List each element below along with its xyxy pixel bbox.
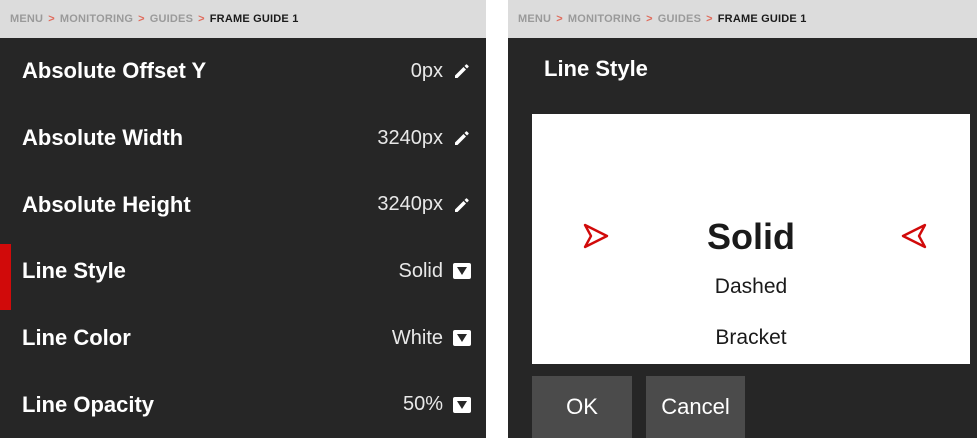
option-dashed[interactable]: Dashed bbox=[532, 275, 970, 299]
breadcrumb-separator: > bbox=[48, 13, 55, 25]
dialog-title: Line Style bbox=[544, 56, 648, 81]
setting-row-absolute-height[interactable]: Absolute Height 3240px bbox=[0, 171, 486, 238]
setting-label: Absolute Height bbox=[22, 191, 191, 217]
pencil-icon[interactable] bbox=[452, 128, 472, 148]
settings-panel: MENU > MONITORING > GUIDES > FRAME GUIDE… bbox=[0, 0, 486, 438]
setting-value: Solid bbox=[398, 259, 443, 282]
pencil-icon[interactable] bbox=[452, 195, 472, 215]
dropdown-icon[interactable] bbox=[452, 328, 472, 348]
breadcrumb-item-guides[interactable]: GUIDES bbox=[658, 13, 701, 25]
setting-value: 0px bbox=[410, 59, 443, 82]
setting-value: White bbox=[391, 326, 443, 349]
setting-value: 50% bbox=[402, 393, 443, 416]
setting-label: Line Opacity bbox=[22, 391, 155, 417]
setting-label: Absolute Offset Y bbox=[22, 58, 207, 84]
breadcrumb-separator: > bbox=[706, 13, 713, 25]
option-picker[interactable]: Solid Dashed Bracket bbox=[532, 114, 970, 364]
settings-list: Absolute Offset Y 0px Absolute Width 324… bbox=[0, 38, 486, 438]
selection-arrow-left-icon bbox=[901, 223, 927, 249]
setting-row-line-opacity[interactable]: Line Opacity 50% bbox=[0, 371, 486, 438]
breadcrumb-item-guides[interactable]: GUIDES bbox=[150, 13, 193, 25]
option-bracket[interactable]: Bracket bbox=[532, 326, 970, 350]
breadcrumb-item-current: FRAME GUIDE 1 bbox=[209, 13, 299, 25]
ok-button[interactable]: OK bbox=[532, 376, 632, 438]
cancel-button[interactable]: Cancel bbox=[646, 376, 745, 438]
setting-row-line-color[interactable]: Line Color White bbox=[0, 305, 486, 372]
breadcrumb-item-monitoring[interactable]: MONITORING bbox=[568, 13, 641, 25]
breadcrumb-item-current: FRAME GUIDE 1 bbox=[717, 13, 807, 25]
breadcrumb: MENU > MONITORING > GUIDES > FRAME GUIDE… bbox=[508, 0, 977, 38]
setting-row-line-style[interactable]: Line Style Solid bbox=[0, 238, 486, 311]
selection-marker bbox=[0, 244, 11, 311]
setting-label: Absolute Width bbox=[22, 125, 184, 151]
setting-row-absolute-width[interactable]: Absolute Width 3240px bbox=[0, 105, 486, 172]
setting-label: Line Style bbox=[22, 258, 126, 284]
setting-row-absolute-offset-y[interactable]: Absolute Offset Y 0px bbox=[0, 38, 486, 105]
dropdown-icon[interactable] bbox=[452, 261, 472, 281]
breadcrumb: MENU > MONITORING > GUIDES > FRAME GUIDE… bbox=[0, 0, 486, 38]
breadcrumb-separator: > bbox=[198, 13, 205, 25]
setting-value: 3240px bbox=[377, 126, 443, 149]
breadcrumb-separator: > bbox=[646, 13, 653, 25]
breadcrumb-separator: > bbox=[556, 13, 563, 25]
pencil-icon[interactable] bbox=[452, 61, 472, 81]
breadcrumb-item-menu[interactable]: MENU bbox=[518, 13, 551, 25]
setting-label: Line Color bbox=[22, 325, 131, 351]
breadcrumb-item-menu[interactable]: MENU bbox=[10, 13, 43, 25]
line-style-dialog: MENU > MONITORING > GUIDES > FRAME GUIDE… bbox=[508, 0, 977, 438]
breadcrumb-separator: > bbox=[138, 13, 145, 25]
dropdown-icon[interactable] bbox=[452, 395, 472, 415]
setting-value: 3240px bbox=[377, 193, 443, 216]
breadcrumb-item-monitoring[interactable]: MONITORING bbox=[60, 13, 133, 25]
